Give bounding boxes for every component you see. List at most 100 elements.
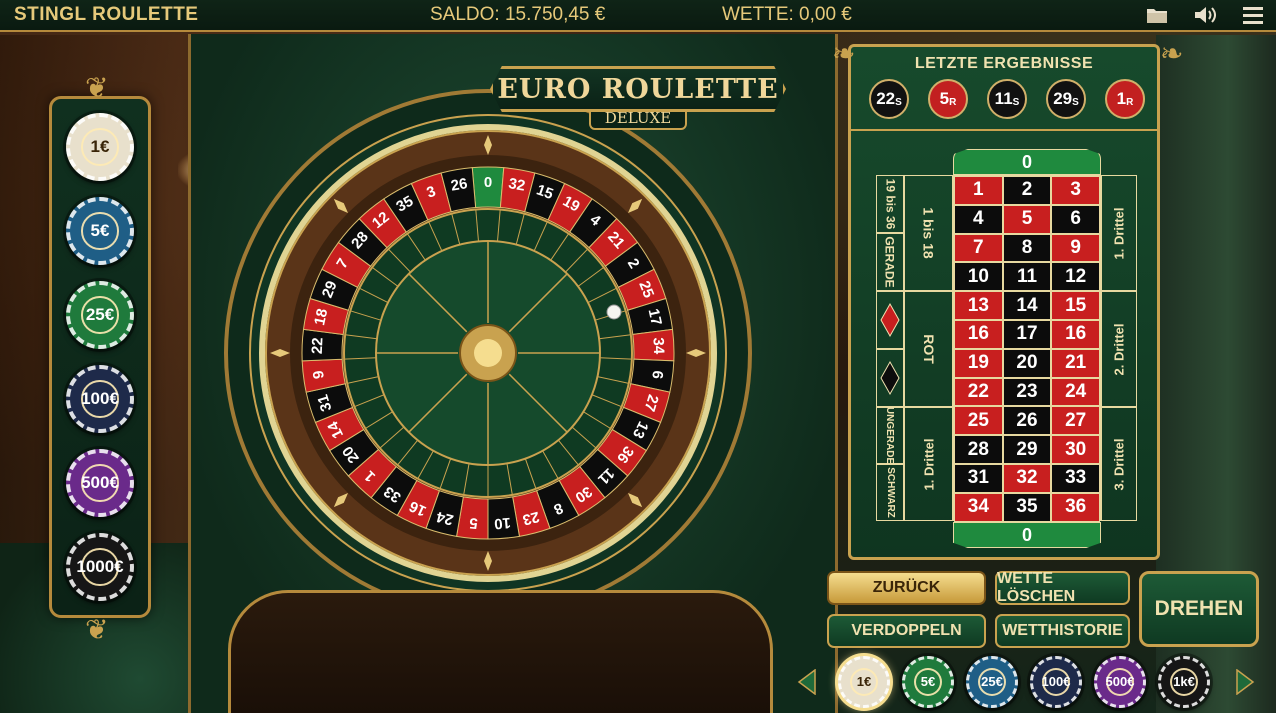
number-cell[interactable]: 16 xyxy=(954,319,1003,349)
bet-black-diamond[interactable] xyxy=(876,349,904,407)
spin-button[interactable]: DREHEN xyxy=(1139,571,1259,647)
number-cell[interactable]: 34 xyxy=(954,492,1003,522)
number-cell[interactable]: 22 xyxy=(954,377,1003,407)
last-result-badge: 5R xyxy=(928,79,968,119)
bet-red[interactable]: ROT xyxy=(904,291,953,407)
tray-chip-button[interactable]: 25€ xyxy=(966,656,1018,708)
bet-3rd-dozen[interactable]: 3. Drittel xyxy=(1101,407,1137,521)
last-result-tag: S xyxy=(1012,96,1020,108)
bet-1-18[interactable]: 1 bis 18 xyxy=(904,175,953,291)
number-cell[interactable]: 30 xyxy=(1051,435,1100,464)
number-cell[interactable]: 19 xyxy=(954,348,1003,378)
number-cell[interactable]: 32 xyxy=(1002,463,1052,493)
tray-chip-button[interactable]: 1k€ xyxy=(1158,656,1210,708)
number-cell[interactable]: 23 xyxy=(1002,377,1052,407)
number-cell[interactable]: 27 xyxy=(1051,406,1100,436)
number-cell[interactable]: 17 xyxy=(1002,319,1052,349)
bet-1st-dozen-left-label: 1. Drittel xyxy=(921,437,937,491)
number-cell[interactable]: 1 xyxy=(954,176,1003,205)
wheel-number: 34 xyxy=(650,337,668,355)
bet-2nd-dozen-label: 2. Drittel xyxy=(1111,322,1127,376)
bet-1-18-label: 1 bis 18 xyxy=(920,207,937,259)
roulette-ball xyxy=(606,304,622,320)
bet-1st-dozen-label: 1. Drittel xyxy=(1111,206,1127,260)
bet-2nd-dozen[interactable]: 2. Drittel xyxy=(1101,291,1137,407)
number-cell[interactable]: 7 xyxy=(954,233,1003,263)
chip-label: 25€ xyxy=(81,296,119,334)
folder-icon[interactable] xyxy=(1146,5,1168,25)
bet-red-diamond[interactable] xyxy=(876,291,904,349)
double-button[interactable]: VERDOPPELN xyxy=(827,614,986,648)
number-cell[interactable]: 11 xyxy=(1002,262,1052,292)
last-result-tag: S xyxy=(895,96,902,108)
tray-chip-button[interactable]: 500€ xyxy=(1094,656,1146,708)
chip-button[interactable]: 1000€ xyxy=(66,533,134,601)
wheel-number: 5 xyxy=(469,514,479,532)
number-cell[interactable]: 16 xyxy=(1051,319,1100,349)
chip-tray: 1€ 5€ 25€ 100€ 500€ 1k€ xyxy=(790,654,1276,713)
volume-icon[interactable] xyxy=(1194,5,1216,25)
chip-next-arrow-icon[interactable] xyxy=(1234,668,1256,696)
zero-field-bottom[interactable]: 0 xyxy=(953,522,1101,548)
number-cell[interactable]: 10 xyxy=(954,262,1003,292)
number-cell[interactable]: 26 xyxy=(1002,406,1052,436)
black-diamond-icon xyxy=(880,361,900,395)
tray-chip-button[interactable]: 5€ xyxy=(902,656,954,708)
number-cell[interactable]: 13 xyxy=(954,291,1003,320)
number-cell[interactable]: 2 xyxy=(1002,176,1052,205)
number-cell[interactable]: 3 xyxy=(1051,176,1100,205)
chip-button[interactable]: 25€ xyxy=(66,281,134,349)
last-result-badge: 29 S xyxy=(1046,79,1086,119)
number-cell[interactable]: 5 xyxy=(1002,204,1052,234)
bet-red-label: ROT xyxy=(920,334,937,364)
tray-chip-button[interactable]: 100€ xyxy=(1030,656,1082,708)
bet-black[interactable]: SCHWARZ xyxy=(876,464,904,521)
chip-button[interactable]: 500€ xyxy=(66,449,134,517)
wheel-number: 32 xyxy=(507,175,526,195)
number-cell[interactable]: 33 xyxy=(1051,463,1100,493)
bet-even-label: GERADE xyxy=(883,236,897,288)
bet-19-36-label: 19 bis 36 xyxy=(883,178,898,230)
ornament-board-right: ❧ xyxy=(1160,38,1184,69)
number-cell[interactable]: 21 xyxy=(1051,348,1100,378)
bet-even[interactable]: GERADE xyxy=(876,233,904,291)
clear-bet-button[interactable]: WETTE LÖSCHEN xyxy=(995,570,1130,605)
number-cell[interactable]: 20 xyxy=(1002,348,1052,378)
bet-history-button[interactable]: WETTHISTORIE xyxy=(995,614,1130,648)
chip-label: 1000€ xyxy=(76,548,124,586)
wheel-number: 22 xyxy=(309,337,327,354)
chip-button[interactable]: 100€ xyxy=(66,365,134,433)
number-cell[interactable]: 24 xyxy=(1051,377,1100,407)
number-cell[interactable]: 14 xyxy=(1002,291,1052,320)
undo-button[interactable]: ZURÜCK xyxy=(827,571,986,605)
number-cell[interactable]: 12 xyxy=(1051,262,1100,292)
number-grid: 1 2 3 4 5 6 7 8 9 10 11 12 13 14 15 16 17 16 19 20 21 22 23 24 2… xyxy=(953,175,1101,522)
menu-icon[interactable] xyxy=(1242,5,1264,25)
number-cell[interactable]: 31 xyxy=(954,463,1003,493)
bet-1st-dozen[interactable]: 1. Drittel xyxy=(1101,175,1137,291)
bet-19-36[interactable]: 19 bis 36 xyxy=(876,175,904,233)
last-result-number: 1 xyxy=(1116,89,1127,108)
tray-chip-button[interactable]: 1€ xyxy=(838,656,890,708)
last-result-number: 11 xyxy=(994,89,1013,108)
chip-button[interactable]: 1€ xyxy=(66,113,134,181)
number-cell[interactable]: 25 xyxy=(954,406,1003,436)
number-cell[interactable]: 36 xyxy=(1051,492,1100,522)
chip-selector-left: 1€ 5€ 25€ 100€ 500€ 1000€ xyxy=(49,96,151,618)
bet-odd[interactable]: UNGERADE xyxy=(876,407,904,464)
bet-1st-dozen-left[interactable]: 1. Drittel xyxy=(904,407,953,521)
number-cell[interactable]: 35 xyxy=(1002,492,1052,522)
number-cell[interactable]: 9 xyxy=(1051,233,1100,263)
last-result-number: 29 xyxy=(1053,89,1073,108)
game-title-badge: EURO ROULETTE DELUXE xyxy=(488,66,788,130)
number-cell[interactable]: 6 xyxy=(1051,204,1100,234)
top-bar-icons xyxy=(1146,5,1264,25)
number-cell[interactable]: 4 xyxy=(954,204,1003,234)
wheel-base-arch xyxy=(228,590,773,713)
number-cell[interactable]: 29 xyxy=(1002,435,1052,464)
number-cell[interactable]: 15 xyxy=(1051,291,1100,320)
number-cell[interactable]: 8 xyxy=(1002,233,1052,263)
number-cell[interactable]: 28 xyxy=(954,435,1003,464)
chip-button[interactable]: 5€ xyxy=(66,197,134,265)
zero-field-top[interactable]: 0 xyxy=(953,149,1101,175)
